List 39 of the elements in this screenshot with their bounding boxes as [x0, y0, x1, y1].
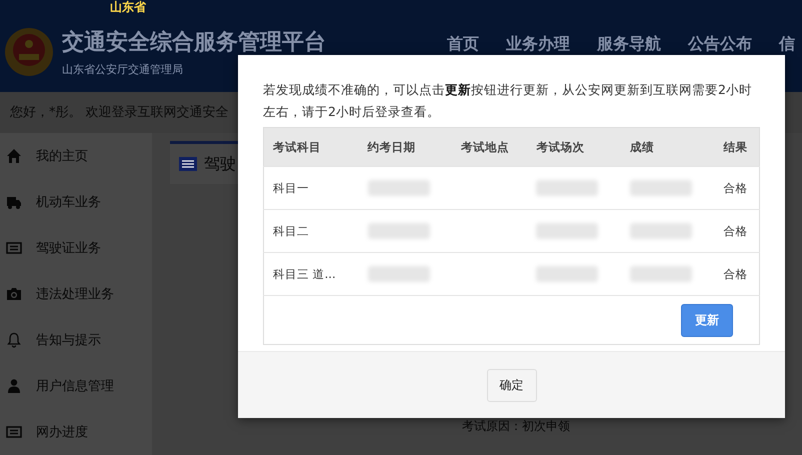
column-header: 结果 [714, 128, 760, 166]
home-icon [6, 148, 22, 164]
table-cell: 合格 [714, 210, 760, 252]
card-icon [6, 240, 22, 256]
user-icon [6, 378, 22, 394]
nav-link[interactable]: 业务办理 [506, 34, 570, 53]
sidebar-item[interactable]: 告知与提示 [0, 317, 152, 363]
site-subtitle: 山东省公安厅交通管理局 [62, 62, 183, 78]
nav-link[interactable]: 公告公布 [688, 34, 752, 53]
nav-link[interactable]: 信 [779, 34, 795, 53]
table-cell: 合格 [714, 166, 760, 210]
table-cell: 科目二 [264, 210, 359, 252]
table-cell: 科目一 [264, 166, 359, 210]
camera-icon [6, 286, 22, 302]
sidebar-item[interactable]: 我的主页 [0, 133, 152, 179]
table-cell: 合格 [714, 252, 760, 296]
sidebar-item[interactable]: 机动车业务 [0, 179, 152, 225]
nav-link[interactable]: 首页 [447, 34, 479, 53]
column-header: 约考日期 [358, 128, 452, 166]
card-icon [6, 424, 22, 440]
exam-reason-text: 考试原因：初次申领 [462, 418, 571, 435]
nav-link[interactable]: 服务导航 [597, 34, 661, 53]
sidebar-item[interactable]: 用户信息管理 [0, 363, 152, 409]
column-header: 考试科目 [264, 128, 359, 166]
column-header: 成绩 [621, 128, 715, 166]
sidebar-item[interactable]: 违法处理业务 [0, 271, 152, 317]
dialog-message: 若发现成绩不准确的，可以点击更新按钮进行更新，从公安网更新到互联网需要2小时左右，请于2小时后登录查看。 [263, 81, 753, 121]
update-button[interactable]: 更新 [681, 304, 733, 336]
truck-icon [6, 194, 22, 210]
ok-button[interactable]: 确定 [486, 368, 536, 402]
sidebar-item[interactable]: 驾驶证业务 [0, 225, 152, 271]
sidebar-item[interactable]: 网办进度 [0, 409, 152, 455]
column-header: 考试场次 [527, 128, 622, 166]
table-cell: 科目三 道... [264, 252, 359, 296]
card-icon [178, 156, 198, 172]
bell-icon [6, 332, 22, 348]
column-header: 考试地点 [452, 128, 528, 166]
region-name: 山东省 [110, 0, 146, 13]
site-title: 交通安全综合服务管理平台 [62, 28, 326, 58]
